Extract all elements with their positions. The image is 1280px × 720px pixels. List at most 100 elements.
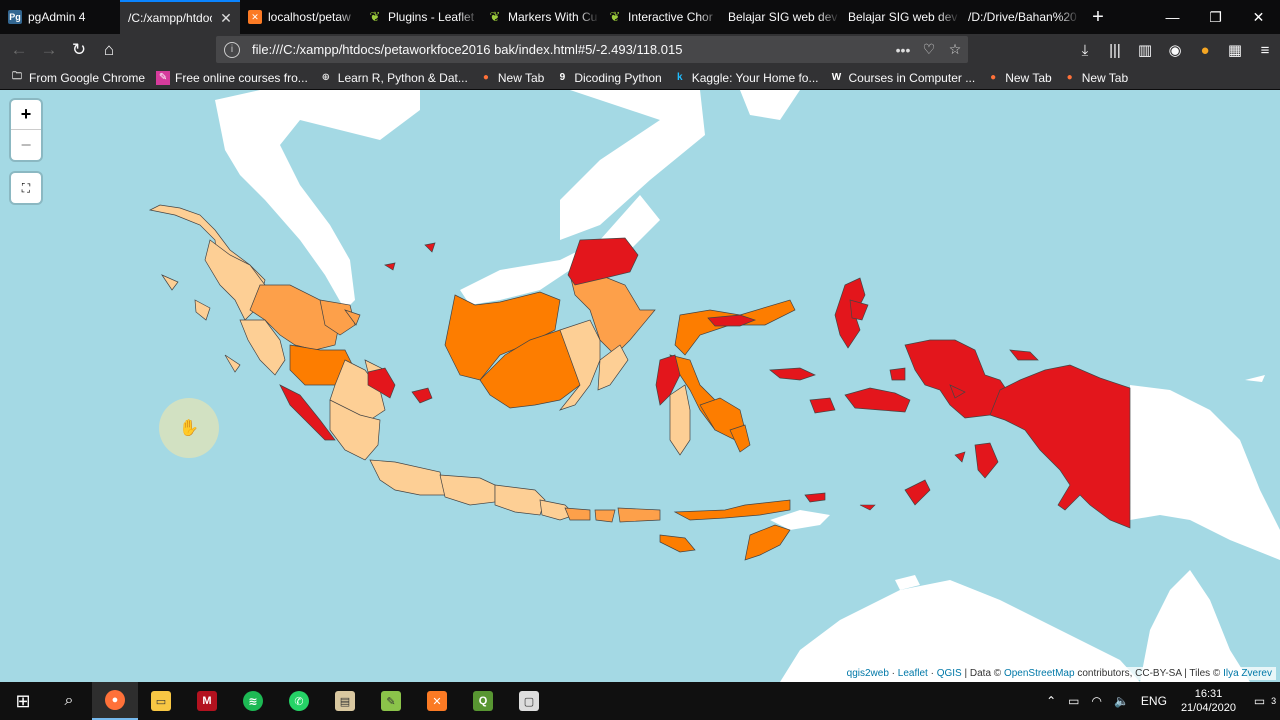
window-icon: ▢ xyxy=(519,691,539,711)
zoom-out-button[interactable]: − xyxy=(11,130,41,160)
leaflet-icon: ❦ xyxy=(369,9,381,24)
clock[interactable]: 16:31 21/04/2020 xyxy=(1173,687,1244,715)
new-tab-button[interactable]: + xyxy=(1080,0,1116,34)
account-icon[interactable]: ◉ xyxy=(1160,41,1190,59)
leaflet-icon: ❦ xyxy=(609,9,621,24)
tab-choropleth[interactable]: ❦ Interactive Chor xyxy=(600,0,720,34)
pocket-icon[interactable]: ♡ xyxy=(916,41,942,58)
notepad-icon: ✎ xyxy=(381,691,401,711)
leaflet-icon: ❦ xyxy=(489,9,501,24)
home-button[interactable]: ⌂ xyxy=(94,35,124,65)
bookmark-kaggle[interactable]: k Kaggle: Your Home fo... xyxy=(673,71,819,85)
address-bar[interactable]: i file:///C:/xampp/htdocs/petaworkfoce20… xyxy=(216,36,968,63)
tab-localhost[interactable]: ✕ localhost/petaw xyxy=(240,0,360,34)
tab-leaflet-plugins[interactable]: ❦ Plugins - Leaflet xyxy=(360,0,480,34)
clock-time: 16:31 xyxy=(1194,688,1223,700)
courses-icon: ✎ xyxy=(156,70,171,85)
document-icon: ▤ xyxy=(335,691,355,711)
taskbar-window[interactable]: ▢ xyxy=(506,682,552,720)
notification-count: 3 xyxy=(1271,696,1277,706)
taskbar-qgis[interactable]: Q xyxy=(460,682,506,720)
xampp-icon: ✕ xyxy=(427,691,447,711)
sidebar-icon[interactable]: ▥ xyxy=(1130,41,1160,59)
bookmark-from-google-chrome[interactable]: 🗀 From Google Chrome xyxy=(10,71,145,85)
bookmark-label: New Tab xyxy=(1005,70,1052,85)
taskbar-whatsapp[interactable]: ✆ xyxy=(276,682,322,720)
navigation-toolbar: ← → ↻ ⌂ i file:///C:/xampp/htdocs/petawo… xyxy=(0,34,1280,66)
windows-taskbar: ⊞ ⌕ ● ▭ M ≋ ✆ ▤ ✎ ✕ Q ▢ ⌃ ▭ ◠ 🔈 ENG 16:3… xyxy=(0,682,1280,720)
spotify-icon: ≋ xyxy=(243,691,263,711)
minimize-icon[interactable]: — xyxy=(1151,0,1194,34)
library-icon[interactable]: ||| xyxy=(1100,42,1130,59)
tab-drive[interactable]: /D:/Drive/Bahan%20 xyxy=(960,0,1080,34)
taskbar-app-brown[interactable]: ▤ xyxy=(322,682,368,720)
bookmark-star-icon[interactable]: ☆ xyxy=(942,41,968,58)
wifi-icon[interactable]: ◠ xyxy=(1085,694,1107,708)
reload-button[interactable]: ↻ xyxy=(64,35,94,65)
bookmark-new-tab-2[interactable]: ● New Tab xyxy=(986,70,1052,85)
close-window-icon[interactable]: ✕ xyxy=(1237,0,1280,34)
papua-provinces[interactable] xyxy=(904,339,1131,529)
search-button[interactable]: ⌕ xyxy=(46,682,92,720)
tab-markers[interactable]: ❦ Markers With Cu xyxy=(480,0,600,34)
taskbar-spotify[interactable]: ≋ xyxy=(230,682,276,720)
kaggle-icon: k xyxy=(676,72,683,83)
zoom-in-button[interactable]: + xyxy=(11,100,41,130)
start-button[interactable]: ⊞ xyxy=(0,682,46,720)
leaflet-map[interactable]: + − ⛶ ✋ qgis2web · Leaflet · QGIS | Data… xyxy=(0,90,1280,682)
bookmark-courses-computer[interactable]: W Courses in Computer ... xyxy=(829,71,975,85)
attribution-separator: · xyxy=(927,668,937,679)
notification-center-button[interactable]: ▭ 3 xyxy=(1244,694,1280,708)
chevron-up-icon[interactable]: ⌃ xyxy=(1040,694,1062,708)
extension-icon[interactable]: ● xyxy=(1190,42,1220,59)
tab-belajar-sig-2[interactable]: Belajar SIG web dev xyxy=(840,0,960,34)
tab-bar: Pg pgAdmin 4 /C:/xampp/htdoc ✕ ✕ localho… xyxy=(0,0,1280,34)
search-binoculars-button[interactable]: ⛶ xyxy=(11,173,41,203)
bookmark-free-online-courses[interactable]: ✎ Free online courses fro... xyxy=(156,70,308,85)
tab-current-page[interactable]: /C:/xampp/htdoc ✕ xyxy=(120,0,240,34)
menu-icon[interactable]: ≡ xyxy=(1250,42,1280,59)
globe-icon: ⊕ xyxy=(321,72,330,83)
qgis2web-link[interactable]: qgis2web xyxy=(847,668,889,679)
taskbar-xampp[interactable]: ✕ xyxy=(414,682,460,720)
qgis-link[interactable]: QGIS xyxy=(937,668,962,679)
restore-icon[interactable]: ❐ xyxy=(1194,0,1237,34)
map-canvas[interactable] xyxy=(0,90,1280,682)
back-button[interactable]: ← xyxy=(4,35,34,65)
info-icon[interactable]: i xyxy=(224,41,240,58)
attribution-text: | Data © xyxy=(961,668,1004,679)
xampp-icon: ✕ xyxy=(248,10,262,24)
battery-icon[interactable]: ▭ xyxy=(1062,694,1085,708)
download-icon[interactable]: ⤓ xyxy=(1070,42,1100,59)
bookmarks-toolbar: 🗀 From Google Chrome ✎ Free online cours… xyxy=(0,66,1280,90)
folder-icon: 🗀 xyxy=(12,71,22,82)
sulawesi-provinces[interactable] xyxy=(655,299,816,456)
extensions-icon[interactable]: ▦ xyxy=(1220,41,1250,59)
language-indicator[interactable]: ENG xyxy=(1135,694,1173,708)
taskbar-firefox[interactable]: ● xyxy=(92,682,138,720)
hand-cursor-icon: ✋ xyxy=(159,398,219,458)
w-icon: W xyxy=(831,72,842,83)
bookmark-new-tab-3[interactable]: ● New Tab xyxy=(1063,71,1129,85)
bookmark-dicoding-python[interactable]: 9 Dicoding Python xyxy=(555,71,662,85)
bookmark-learn-r-python[interactable]: ⊕ Learn R, Python & Dat... xyxy=(319,71,468,85)
osm-link[interactable]: OpenStreetMap xyxy=(1004,668,1075,679)
taskbar-notepad[interactable]: ✎ xyxy=(368,682,414,720)
author-link[interactable]: Ilya Zverev xyxy=(1223,668,1272,679)
page-actions-icon[interactable]: ••• xyxy=(890,42,916,58)
tab-belajar-sig-1[interactable]: Belajar SIG web dev xyxy=(720,0,840,34)
firefox-icon: ● xyxy=(1066,72,1073,83)
bookmark-label: From Google Chrome xyxy=(29,70,146,85)
leaflet-link[interactable]: Leaflet xyxy=(898,668,928,679)
forward-button[interactable]: → xyxy=(34,35,64,65)
taskbar-file-explorer[interactable]: ▭ xyxy=(138,682,184,720)
bookmark-new-tab-1[interactable]: ● New Tab xyxy=(479,71,545,85)
tab-pgadmin[interactable]: Pg pgAdmin 4 xyxy=(0,0,120,34)
url-text[interactable]: file:///C:/xampp/htdocs/petaworkfoce2016… xyxy=(252,42,890,57)
volume-icon[interactable]: 🔈 xyxy=(1108,694,1135,708)
java-provinces[interactable] xyxy=(369,459,791,561)
taskbar-mendeley[interactable]: M xyxy=(184,682,230,720)
bookmark-label: Courses in Computer ... xyxy=(848,70,976,85)
close-tab-icon[interactable]: ✕ xyxy=(218,10,234,27)
firefox-icon: ● xyxy=(482,72,489,83)
